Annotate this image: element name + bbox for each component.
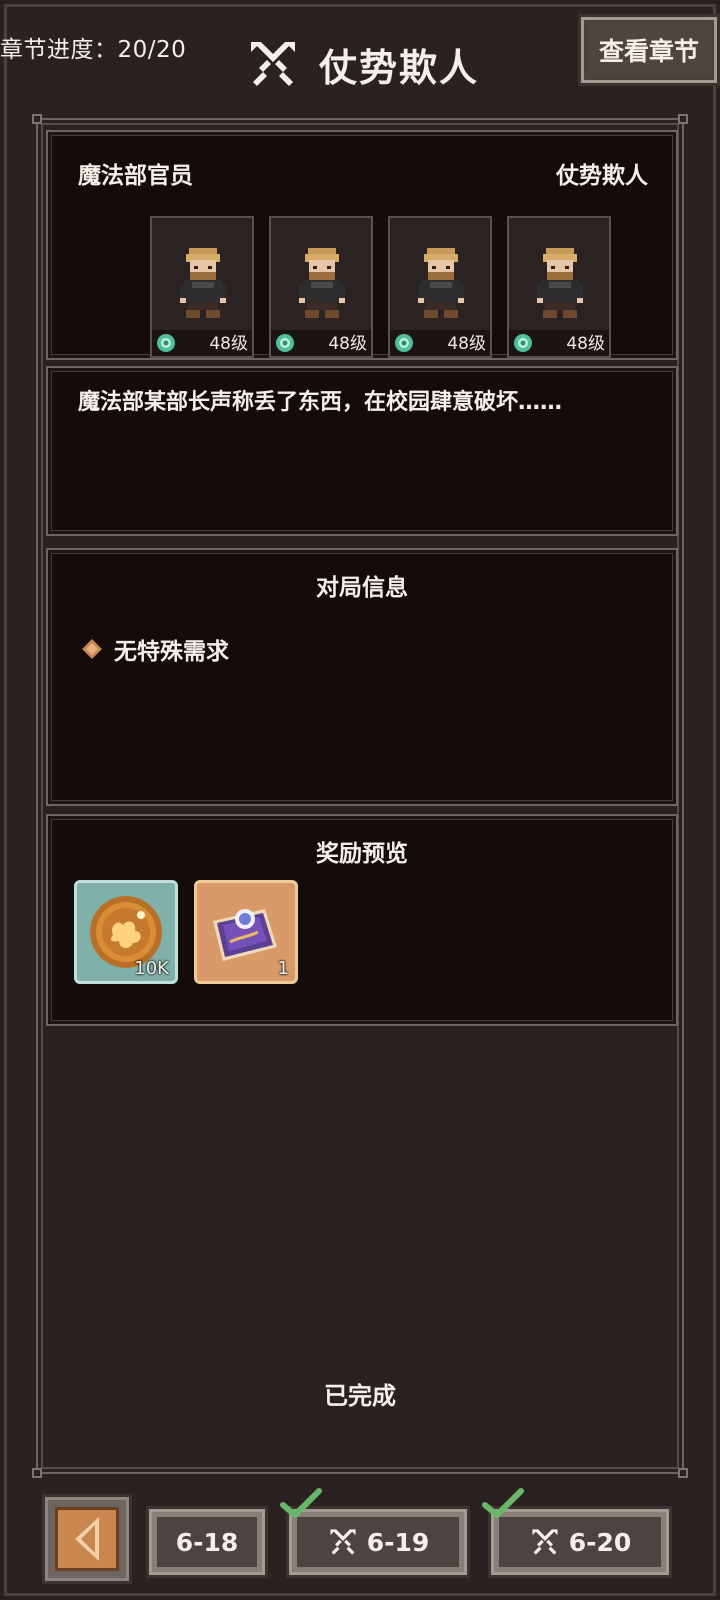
back-button[interactable] (42, 1494, 132, 1584)
left-arrow-icon (75, 1517, 99, 1561)
panel-corner (32, 1468, 42, 1478)
stage-tab-6-18[interactable]: 6-18 (146, 1506, 268, 1578)
rewards-box: 奖励预览 10K 1 (46, 814, 678, 1026)
ticket-icon (213, 909, 277, 961)
rewards-title: 奖励预览 (316, 841, 408, 867)
stage-title-group: 仗势欺人 (245, 36, 479, 92)
enemy-name: 魔法部官员 (78, 163, 193, 189)
check-icon (482, 1488, 524, 1518)
chapter-progress: 章节进度：20/20 (0, 37, 187, 63)
check-icon (280, 1488, 322, 1518)
reward-count: 1 (277, 958, 289, 979)
stage-tab-label: 6-19 (366, 1527, 430, 1557)
description-box: 魔法部某部长声称丢了东西，在校园肆意破坏…… (46, 366, 678, 536)
stage-tab-6-20[interactable]: 6-20 (482, 1488, 672, 1578)
stage-tab-label: 6-18 (175, 1527, 239, 1557)
enemy-level: 48级 (447, 334, 486, 354)
wizard-official-sprite-icon (537, 248, 583, 318)
stage-tab-inner: 6-20 (499, 1517, 661, 1567)
enemy-level: 48级 (209, 334, 248, 354)
enemy-card[interactable]: 48级 (269, 216, 373, 358)
reward-count: 10K (134, 958, 169, 979)
enemy-card-footer: 48级 (152, 330, 252, 356)
green-rank-icon (395, 334, 413, 352)
reward-list: 10K 1 (74, 880, 298, 984)
crossed-swords-icon (532, 1529, 558, 1555)
back-button-face (55, 1507, 119, 1571)
enemy-card-footer: 48级 (390, 330, 490, 356)
stage-info-panel: 魔法部官员 仗势欺人 48级 48级 48级 48级 魔法部某部长声称丢了东西，… (32, 114, 688, 1478)
wizard-official-sprite-icon (299, 248, 345, 318)
enemy-card-footer: 48级 (509, 330, 609, 356)
green-rank-icon (514, 334, 532, 352)
battle-info-box: 对局信息 无特殊需求 (46, 548, 678, 806)
diamond-bullet-icon (82, 639, 102, 659)
enemy-card[interactable]: 48级 (507, 216, 611, 358)
requirement-item: 无特殊需求 (80, 632, 229, 666)
wizard-official-sprite-icon (418, 248, 464, 318)
stage-detail-screen: 章节进度：20/20 仗势欺人 查看章节 魔法部官员 仗势欺人 48级 48级 … (0, 0, 720, 1600)
enemy-level: 48级 (566, 334, 605, 354)
enemy-card-footer: 48级 (271, 330, 371, 356)
stage-name: 仗势欺人 (556, 163, 648, 189)
enemy-level: 48级 (328, 334, 367, 354)
enemy-card[interactable]: 48级 (388, 216, 492, 358)
stage-tab-inner: 6-18 (157, 1517, 257, 1567)
stage-tab-label: 6-20 (568, 1527, 632, 1557)
stage-tab-inner: 6-19 (297, 1517, 459, 1567)
requirement-text: 无特殊需求 (114, 639, 229, 665)
reward-item[interactable]: 1 (194, 880, 298, 984)
enemy-lineup-box: 魔法部官员 仗势欺人 48级 48级 48级 48级 (46, 130, 678, 360)
stage-tab-6-19[interactable]: 6-19 (280, 1488, 470, 1578)
crossed-swords-icon (330, 1529, 356, 1555)
completion-status: 已完成 (324, 1382, 396, 1410)
green-rank-icon (157, 334, 175, 352)
crossed-swords-icon (251, 42, 295, 86)
view-chapter-label: 查看章节 (587, 23, 711, 77)
reward-item[interactable]: 10K (74, 880, 178, 984)
enemy-list: 48级 48级 48级 48级 (150, 216, 611, 358)
battle-info-title: 对局信息 (316, 575, 408, 601)
green-rank-icon (276, 334, 294, 352)
panel-corner (678, 114, 688, 124)
panel-corner (678, 1468, 688, 1478)
view-chapter-button[interactable]: 查看章节 (578, 14, 720, 86)
panel-corner (32, 114, 42, 124)
page-title: 仗势欺人 (319, 45, 480, 90)
stage-description: 魔法部某部长声称丢了东西，在校园肆意破坏…… (78, 390, 563, 415)
wizard-official-sprite-icon (180, 248, 226, 318)
enemy-card[interactable]: 48级 (150, 216, 254, 358)
